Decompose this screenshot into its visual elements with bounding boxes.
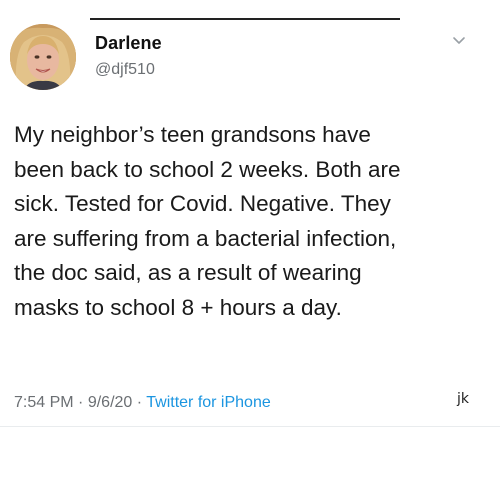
tweet-source-link[interactable]: Twitter for iPhone [146, 394, 271, 411]
tweet-card: Darlene @djf510 My neighbor’s teen grand… [0, 0, 500, 483]
meta-separator: · [136, 394, 143, 411]
tweet-text: My neighbor’s teen grandsons have been b… [14, 122, 401, 320]
tweet-date[interactable]: 9/6/20 [88, 394, 132, 411]
tweet-metadata: 7:54 PM · 9/6/20 · Twitter for iPhone [14, 394, 271, 412]
bottom-divider [0, 426, 500, 427]
tweet-time[interactable]: 7:54 PM [14, 394, 74, 411]
profile-photo [10, 24, 76, 90]
avatar[interactable] [10, 24, 76, 90]
top-divider [90, 18, 400, 20]
author-handle[interactable]: @djf510 [95, 61, 155, 79]
author-display-name[interactable]: Darlene [95, 33, 162, 54]
meta-separator: · [78, 394, 84, 411]
jk-watermark: jk [457, 391, 469, 407]
chevron-down-icon[interactable] [452, 36, 466, 46]
